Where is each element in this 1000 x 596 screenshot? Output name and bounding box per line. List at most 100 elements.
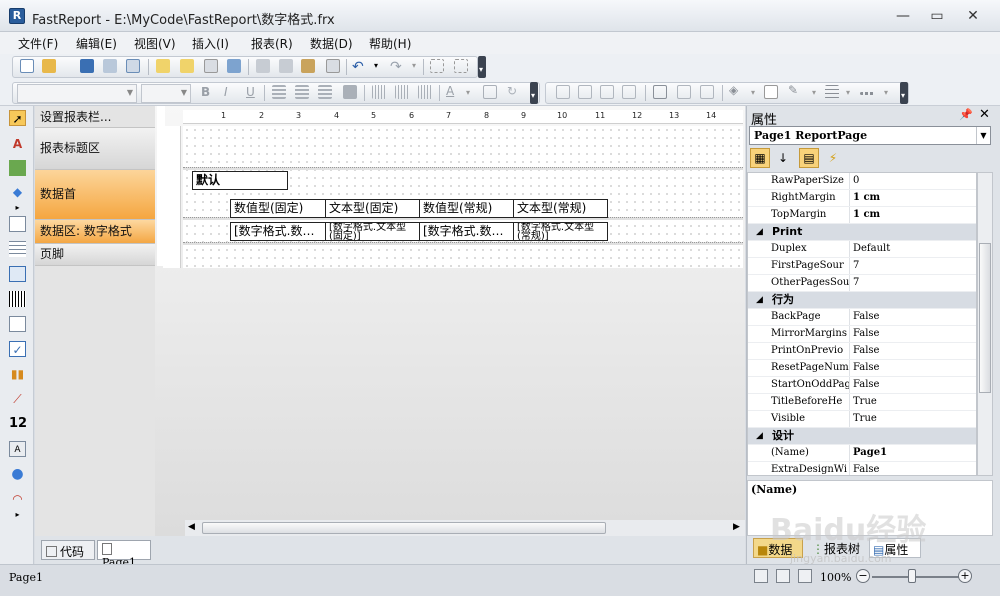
checkbox-object-icon[interactable]: ✓ xyxy=(9,341,26,357)
fill-color-icon[interactable]: ◈ xyxy=(729,83,738,97)
band-page-footer[interactable]: 页脚 xyxy=(35,244,155,266)
line-style-icon[interactable] xyxy=(860,92,874,95)
new-page-icon[interactable] xyxy=(156,59,170,73)
menu-view[interactable]: 视图(V) xyxy=(134,35,176,52)
toolbar-options-icon[interactable] xyxy=(478,56,486,78)
valign-bottom-icon[interactable] xyxy=(418,85,432,99)
bold-icon[interactable]: B xyxy=(201,85,210,99)
property-row[interactable]: StartOnOddPag False xyxy=(748,377,976,394)
redo-icon[interactable]: ↷ xyxy=(390,59,402,75)
categorized-icon[interactable]: ▦ xyxy=(750,148,770,168)
tab-page1[interactable]: Page1 xyxy=(97,540,151,569)
matrix-object-icon[interactable] xyxy=(9,266,26,282)
minimize-button[interactable]: — xyxy=(890,6,916,26)
align-center-icon[interactable] xyxy=(295,85,309,99)
horizontal-scrollbar[interactable]: ◀ ▶ xyxy=(185,520,745,536)
property-category[interactable]: ◢ Print xyxy=(748,224,976,241)
default-text-object[interactable]: 默认 xyxy=(192,171,288,190)
border-right-icon[interactable] xyxy=(622,85,636,99)
property-row[interactable]: MirrorMargins False xyxy=(748,326,976,343)
border-left-icon[interactable] xyxy=(600,85,614,99)
object-selector[interactable]: Page1 ReportPage ▼ xyxy=(749,126,991,145)
undo-icon[interactable]: ↶ xyxy=(352,59,364,75)
menu-data[interactable]: 数据(D) xyxy=(310,35,353,52)
zoom-in-icon[interactable]: + xyxy=(958,569,972,583)
toolbar-options-icon[interactable] xyxy=(530,82,538,104)
tab-code[interactable]: 代码 xyxy=(41,540,95,560)
cell-text-icon[interactable]: A xyxy=(9,441,26,457)
scrollbar-thumb[interactable] xyxy=(202,522,606,534)
font-color-icon[interactable]: A xyxy=(446,84,454,98)
menu-insert[interactable]: 插入(I) xyxy=(192,35,229,52)
border-all-icon[interactable] xyxy=(653,85,667,99)
zoom-out-icon[interactable]: − xyxy=(856,569,870,583)
preview-icon[interactable] xyxy=(126,59,140,73)
select-pointer-icon[interactable]: ➚ xyxy=(9,110,26,126)
properties-view-icon[interactable]: ▤ xyxy=(799,148,819,168)
menu-help[interactable]: 帮助(H) xyxy=(369,35,411,52)
pin-icon[interactable]: 📌 xyxy=(959,108,973,121)
table-object-icon[interactable] xyxy=(9,241,26,257)
header-cell[interactable]: 数值型(常规) xyxy=(419,199,514,218)
border-bottom-icon[interactable] xyxy=(578,85,592,99)
font-size-combo[interactable]: ▼ xyxy=(141,84,191,103)
border-top-icon[interactable] xyxy=(556,85,570,99)
text-object-icon[interactable]: A xyxy=(9,136,26,152)
paste-icon[interactable] xyxy=(301,59,315,73)
chevron-down-icon[interactable]: ▼ xyxy=(976,127,990,144)
zip-code-icon[interactable]: 12 xyxy=(9,416,27,432)
redo-dropdown-icon[interactable]: ▾ xyxy=(412,61,416,70)
format-painter-icon[interactable] xyxy=(326,59,340,73)
font-name-combo[interactable]: ▼ xyxy=(17,84,137,103)
align-right-icon[interactable] xyxy=(318,85,332,99)
menu-file[interactable]: 文件(F) xyxy=(18,35,58,52)
property-grid[interactable]: RawPaperSize 0 RightMargin 1 cm TopMargin 1… xyxy=(747,172,977,476)
data-cell[interactable]: [数字格式.数… xyxy=(419,222,514,241)
delete-page-icon[interactable] xyxy=(204,59,218,73)
chevron-down-icon[interactable]: ▸ xyxy=(9,200,26,216)
chart-object-icon[interactable]: ▮▮ xyxy=(9,366,26,382)
view-normal-icon[interactable] xyxy=(754,569,768,583)
line-width-icon[interactable] xyxy=(825,85,839,99)
subreport-icon[interactable] xyxy=(9,216,26,232)
menu-edit[interactable]: 编辑(E) xyxy=(76,35,117,52)
fill-style-icon[interactable] xyxy=(764,85,778,99)
maximize-button[interactable]: ▭ xyxy=(924,6,950,26)
header-cell[interactable]: 文本型(固定) xyxy=(325,199,420,218)
header-cell[interactable]: 数值型(固定) xyxy=(230,199,326,218)
band-page-header[interactable]: 数据首 xyxy=(35,170,155,220)
group-icon[interactable] xyxy=(430,59,444,73)
property-row[interactable]: Visible True xyxy=(748,411,976,428)
header-cell[interactable]: 文本型(常规) xyxy=(513,199,608,218)
zoom-slider[interactable] xyxy=(872,576,960,578)
shape-object-icon[interactable]: ◆ xyxy=(9,184,26,200)
toolbar-options-icon[interactable] xyxy=(900,82,908,104)
valign-top-icon[interactable] xyxy=(372,85,386,99)
save-all-icon[interactable] xyxy=(103,59,117,73)
cut-icon[interactable] xyxy=(256,59,270,73)
justify-icon[interactable] xyxy=(343,85,357,99)
save-icon[interactable] xyxy=(80,59,94,73)
close-icon[interactable]: ✕ xyxy=(979,107,990,122)
property-row[interactable]: FirstPageSour 7 xyxy=(748,258,976,275)
property-row[interactable]: RightMargin 1 cm xyxy=(748,190,976,207)
rotate-icon[interactable]: ↻ xyxy=(507,84,517,98)
rich-text-icon[interactable] xyxy=(9,316,26,332)
chevron-down-icon[interactable]: ▾ xyxy=(846,88,850,97)
report-page[interactable] xyxy=(183,126,743,268)
property-row[interactable]: OtherPagesSou 7 xyxy=(748,275,976,292)
property-row[interactable]: Duplex Default xyxy=(748,241,976,258)
band-data[interactable]: 数据区: 数字格式 xyxy=(35,220,155,244)
chevron-down-icon[interactable]: ▾ xyxy=(466,88,470,97)
alphabetical-icon[interactable]: ↓ xyxy=(773,148,793,168)
view-fit-icon[interactable] xyxy=(798,569,812,583)
property-row[interactable]: TitleBeforeHe True xyxy=(748,394,976,411)
undo-dropdown-icon[interactable]: ▾ xyxy=(374,61,378,70)
gauge-object-icon[interactable]: ◠ xyxy=(9,491,26,507)
zoom-slider-thumb[interactable] xyxy=(908,569,916,583)
menu-report[interactable]: 报表(R) xyxy=(251,35,293,52)
vertical-scrollbar[interactable] xyxy=(977,172,993,476)
property-category[interactable]: ◢ 行为 xyxy=(748,292,976,309)
data-cell[interactable]: [数字格式.数… xyxy=(230,222,326,241)
barcode-icon[interactable] xyxy=(9,291,26,307)
